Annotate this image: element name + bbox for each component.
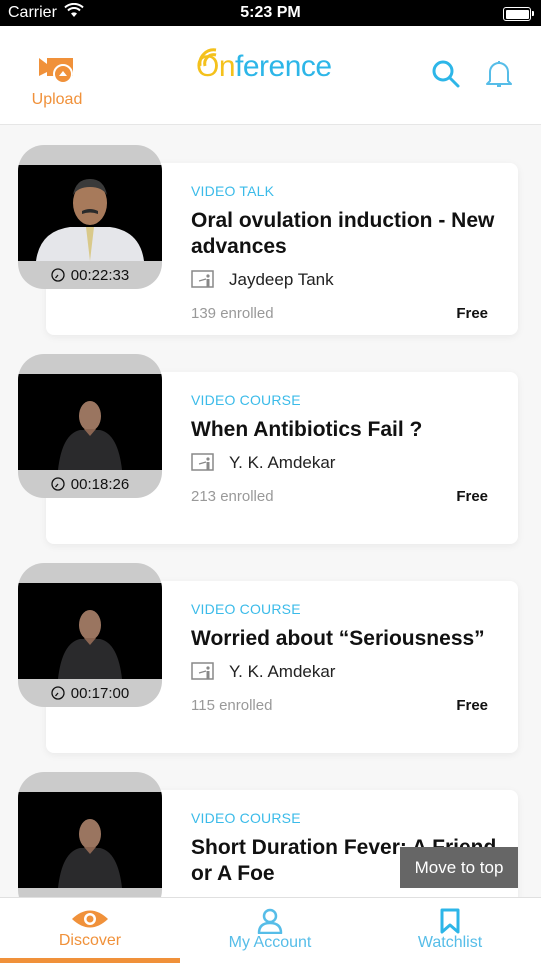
active-tab-indicator [0, 958, 180, 963]
author-name: Jaydeep Tank [229, 270, 334, 289]
status-bar: Carrier 5:23 PM [0, 0, 541, 26]
duration-text: 00:18:26 [70, 476, 130, 493]
author-name: Y. K. Amdekar [229, 453, 336, 472]
video-upload-icon [37, 58, 77, 88]
upload-button[interactable]: Upload [26, 54, 88, 109]
video-preview [18, 165, 162, 261]
app-header: Upload Onference [0, 26, 541, 125]
course-thumbnail[interactable]: 00:17:00 [18, 563, 162, 707]
clock-icon [51, 686, 65, 700]
bell-icon[interactable] [486, 59, 512, 94]
tab-watchlist[interactable]: Watchlist [360, 898, 540, 963]
price-label: Free [456, 488, 488, 505]
tab-label: My Account [228, 934, 312, 951]
tab-label: Discover [58, 932, 122, 949]
duration-label: 00:22:33 [18, 267, 162, 284]
logo-prefix: On [196, 50, 236, 83]
status-time: 5:23 PM [240, 4, 301, 21]
tab-discover[interactable]: Discover [0, 898, 180, 963]
course-title: Worried about “Seriousness” [191, 627, 485, 650]
video-preview [18, 583, 162, 679]
course-thumbnail[interactable] [18, 772, 162, 897]
course-type: VIDEO COURSE [191, 392, 301, 408]
search-icon[interactable] [431, 59, 461, 94]
course-thumbnail[interactable]: 00:22:33 [18, 145, 162, 289]
course-author: Jaydeep Tank [191, 269, 334, 290]
price-label: Free [456, 697, 488, 714]
course-title: When Antibiotics Fail ? [191, 418, 423, 441]
enrolled-count: 213 enrolled [191, 488, 274, 505]
course-author: Y. K. Amdekar [191, 661, 335, 682]
price-label: Free [456, 305, 488, 322]
duration-text: 00:17:00 [70, 685, 130, 702]
user-icon [180, 908, 360, 935]
duration-label: 00:17:00 [18, 685, 162, 702]
eye-icon [0, 908, 180, 932]
presenter-icon [191, 270, 214, 288]
enrolled-count: 115 enrolled [191, 697, 273, 714]
bookmark-icon [360, 908, 540, 934]
course-title: Oral ovulation induction - New advances [191, 209, 495, 258]
course-type: VIDEO TALK [191, 183, 275, 199]
move-to-top-button[interactable]: Move to top [400, 847, 518, 888]
clock-icon [51, 268, 65, 282]
tab-label: Watchlist [417, 934, 483, 951]
course-type: VIDEO COURSE [191, 601, 301, 617]
enrolled-count: 139 enrolled [191, 305, 274, 322]
course-type: VIDEO COURSE [191, 810, 301, 826]
course-thumbnail[interactable]: 00:18:26 [18, 354, 162, 498]
presenter-icon [191, 453, 214, 471]
clock-icon [51, 477, 65, 491]
upload-label: Upload [31, 91, 83, 108]
duration-text: 00:22:33 [70, 267, 130, 284]
video-preview [18, 374, 162, 470]
author-name: Y. K. Amdekar [229, 662, 336, 681]
course-author: Y. K. Amdekar [191, 452, 335, 473]
logo-suffix: ference [235, 50, 332, 83]
tab-my-account[interactable]: My Account [180, 898, 360, 963]
presenter-icon [191, 662, 214, 680]
onference-logo: Onference [196, 42, 356, 92]
course-list: VIDEO TALK Oral ovulation induction - Ne… [0, 125, 541, 897]
video-preview [18, 792, 162, 888]
battery-icon [503, 7, 534, 21]
duration-label: 00:18:26 [18, 476, 162, 493]
bottom-tab-bar: Discover My Account Watchlist [0, 897, 541, 963]
